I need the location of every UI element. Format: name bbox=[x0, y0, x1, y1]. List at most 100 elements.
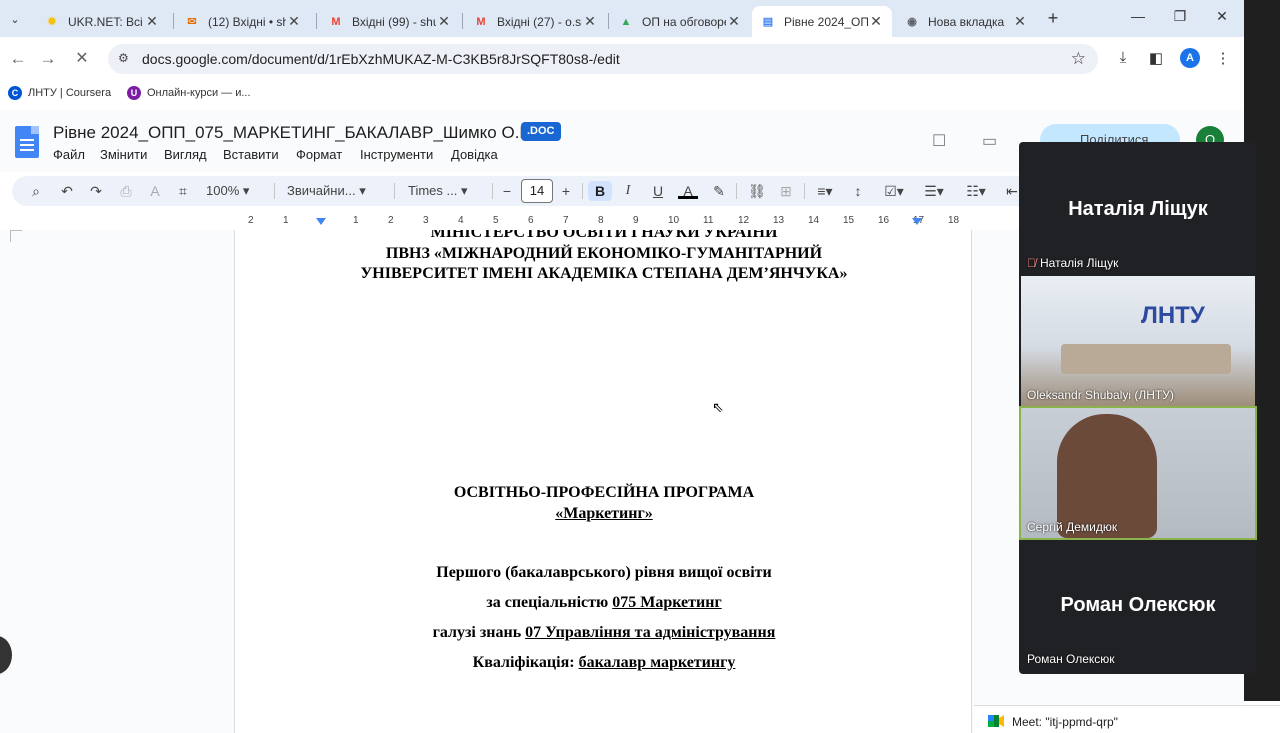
site-settings-icon[interactable]: ⚙ bbox=[118, 51, 132, 65]
document-page[interactable]: МІНІСТЕРСТВО ОСВІТИ І НАУКИ УКРАЇНИ ПВНЗ… bbox=[234, 230, 972, 733]
paint-format-icon[interactable]: ⌗ bbox=[173, 181, 193, 201]
menu-view[interactable]: Вигляд bbox=[164, 147, 207, 162]
download-icon[interactable]: ⤓ bbox=[1113, 49, 1133, 69]
gmail-icon: M bbox=[331, 15, 341, 28]
increase-font-size-button[interactable]: + bbox=[557, 181, 575, 201]
toolbar-divider bbox=[492, 183, 493, 199]
add-comment-icon[interactable]: ⊞ bbox=[776, 181, 796, 201]
tab-mail[interactable]: ✉ (12) Вхідні • shu ✕ bbox=[176, 6, 310, 37]
participant-tile-3[interactable]: Сергій Демидюк bbox=[1019, 406, 1257, 540]
close-icon[interactable]: ✕ bbox=[726, 13, 742, 30]
restore-button[interactable]: ❐ bbox=[1170, 8, 1190, 28]
coursera-icon: C bbox=[8, 86, 22, 100]
stop-loading-button[interactable]: ✕ bbox=[72, 49, 92, 69]
tab-drive[interactable]: ▲ ОП на обговорен ✕ bbox=[610, 6, 750, 37]
participant-tile-2[interactable]: ЛНТУ Oleksandr Shubalyi (ЛНТУ) bbox=[1021, 276, 1255, 406]
close-icon[interactable]: ✕ bbox=[144, 13, 160, 30]
tab-gmail-1[interactable]: M Вхідні (99) - shu ✕ bbox=[320, 6, 460, 37]
bookmark-online-courses[interactable]: U Онлайн-курси — и... bbox=[127, 86, 251, 100]
numbered-list-icon[interactable]: ☷▾ bbox=[960, 181, 992, 201]
toolbar-divider bbox=[804, 183, 805, 199]
participant-tile-1[interactable]: Наталія Ліщук 🎙̸ Наталія Ліщук bbox=[1021, 144, 1255, 274]
navigation-bar: ← → ✕ ⚙ docs.google.com/document/d/1rEbX… bbox=[0, 37, 1244, 81]
checklist-icon[interactable]: ☑▾ bbox=[878, 181, 910, 201]
close-icon[interactable]: ✕ bbox=[1012, 13, 1028, 30]
close-window-button[interactable]: ✕ bbox=[1212, 8, 1232, 28]
ruler-number: 11 bbox=[703, 215, 714, 226]
qualification-line: Кваліфікація: бакалавр маркетингу bbox=[235, 654, 971, 672]
tab-title: Вхідні (27) - o.sh bbox=[497, 14, 582, 29]
doc-format-badge: .DOC bbox=[521, 122, 561, 141]
side-panel-icon[interactable]: ◧ bbox=[1146, 49, 1166, 69]
url-text[interactable]: docs.google.com/document/d/1rEbXzhMUKAZ-… bbox=[142, 51, 620, 67]
close-icon[interactable]: ✕ bbox=[582, 13, 598, 30]
bold-button[interactable]: B bbox=[588, 181, 612, 201]
tab-docs-active[interactable]: ▤ Рівне 2024_ОП ✕ bbox=[752, 6, 892, 37]
style-select[interactable]: Звичайни... ▾ bbox=[287, 181, 366, 201]
new-tab-button[interactable]: + bbox=[1044, 9, 1062, 27]
docs-logo-icon[interactable] bbox=[15, 126, 39, 158]
line-spacing-icon[interactable]: ↕ bbox=[848, 181, 868, 201]
underline-button[interactable]: U bbox=[648, 181, 668, 201]
menu-file[interactable]: Файл bbox=[53, 147, 85, 162]
menu-edit[interactable]: Змінити bbox=[100, 147, 147, 162]
right-indent-marker[interactable] bbox=[912, 218, 922, 225]
menu-insert[interactable]: Вставити bbox=[223, 147, 279, 162]
decrease-font-size-button[interactable]: − bbox=[498, 181, 516, 201]
minimize-button[interactable]: — bbox=[1128, 8, 1148, 28]
ruler-number: 7 bbox=[563, 215, 569, 226]
spellcheck-icon[interactable]: A bbox=[145, 181, 165, 201]
print-icon[interactable]: ⎙ bbox=[116, 181, 136, 201]
video-table bbox=[1061, 344, 1231, 374]
participant-tile-4[interactable]: Роман Олексюк Роман Олексюк bbox=[1021, 540, 1255, 670]
address-bar[interactable]: ⚙ docs.google.com/document/d/1rEbXzhMUKA… bbox=[108, 44, 1098, 74]
close-icon[interactable]: ✕ bbox=[286, 13, 302, 30]
highlight-icon[interactable]: ✎ bbox=[709, 181, 729, 201]
more-menu-icon[interactable]: ⋮ bbox=[1213, 49, 1233, 69]
redo-icon[interactable]: ↷ bbox=[86, 181, 106, 201]
tab-divider bbox=[608, 13, 609, 29]
field-value: 07 Управління та адміністрування bbox=[525, 624, 776, 641]
ruler-number: 9 bbox=[633, 215, 639, 226]
comment-history-icon[interactable]: ☐ bbox=[932, 131, 946, 151]
profile-avatar[interactable]: A bbox=[1180, 48, 1200, 68]
specialty-value: 075 Маркетинг bbox=[612, 594, 722, 611]
search-menus-icon[interactable]: ⌕ bbox=[26, 181, 46, 201]
document-title[interactable]: Рівне 2024_ОПП_075_МАРКЕТИНГ_БАКАЛАВР_Ши… bbox=[53, 123, 535, 143]
italic-button[interactable]: I bbox=[618, 181, 638, 201]
horizontal-ruler[interactable]: 2 1 1 2 3 4 5 6 7 8 9 10 11 12 13 14 15 … bbox=[234, 212, 972, 230]
tab-gmail-2[interactable]: M Вхідні (27) - o.sh ✕ bbox=[465, 6, 606, 37]
participant-name: Наталія Ліщук bbox=[1040, 256, 1119, 270]
menu-help[interactable]: Довідка bbox=[451, 147, 498, 162]
menu-format[interactable]: Формат bbox=[296, 147, 342, 162]
bookmarks-bar: C ЛНТУ | Coursera U Онлайн-курси — и... bbox=[0, 81, 1244, 106]
zoom-select[interactable]: 100% ▾ bbox=[206, 181, 249, 201]
left-indent-marker[interactable] bbox=[316, 218, 326, 225]
undo-icon[interactable]: ↶ bbox=[57, 181, 77, 201]
toolbar-divider bbox=[582, 183, 583, 199]
tab-new[interactable]: ◉ Нова вкладка ✕ bbox=[896, 6, 1036, 37]
meet-pip-bar[interactable]: Meet: "itj-ppmd-qrp" bbox=[974, 705, 1280, 733]
back-button[interactable]: ← bbox=[8, 49, 28, 69]
align-icon[interactable]: ≡▾ bbox=[810, 181, 840, 201]
menu-tools[interactable]: Інструменти bbox=[360, 147, 433, 162]
close-icon[interactable]: ✕ bbox=[436, 13, 452, 30]
font-size-input[interactable]: 14 bbox=[521, 179, 553, 203]
tab-divider bbox=[316, 13, 317, 29]
text-color-button[interactable]: A bbox=[678, 181, 698, 199]
page-corner-mark bbox=[10, 230, 11, 242]
ruler-number: 3 bbox=[423, 215, 429, 226]
font-select[interactable]: Times ... ▾ bbox=[408, 181, 468, 201]
meet-camera-icon[interactable]: ▭ bbox=[982, 131, 997, 151]
forward-button[interactable]: → bbox=[38, 49, 58, 69]
tab-ukrnet[interactable]: ✹ UKR.NET: Всі но ✕ bbox=[36, 6, 168, 37]
bulleted-list-icon[interactable]: ☰▾ bbox=[918, 181, 950, 201]
toolbar-divider bbox=[394, 183, 395, 199]
participant-big-name: Наталія Ліщук bbox=[1068, 198, 1208, 220]
bookmark-star-icon[interactable]: ☆ bbox=[1071, 49, 1086, 69]
close-icon[interactable]: ✕ bbox=[868, 13, 884, 30]
ruler-number: 16 bbox=[878, 215, 890, 226]
insert-link-icon[interactable]: ⛓ bbox=[746, 181, 768, 201]
tab-search-icon[interactable]: ⌄ bbox=[4, 8, 26, 30]
bookmark-coursera[interactable]: C ЛНТУ | Coursera bbox=[8, 86, 111, 100]
